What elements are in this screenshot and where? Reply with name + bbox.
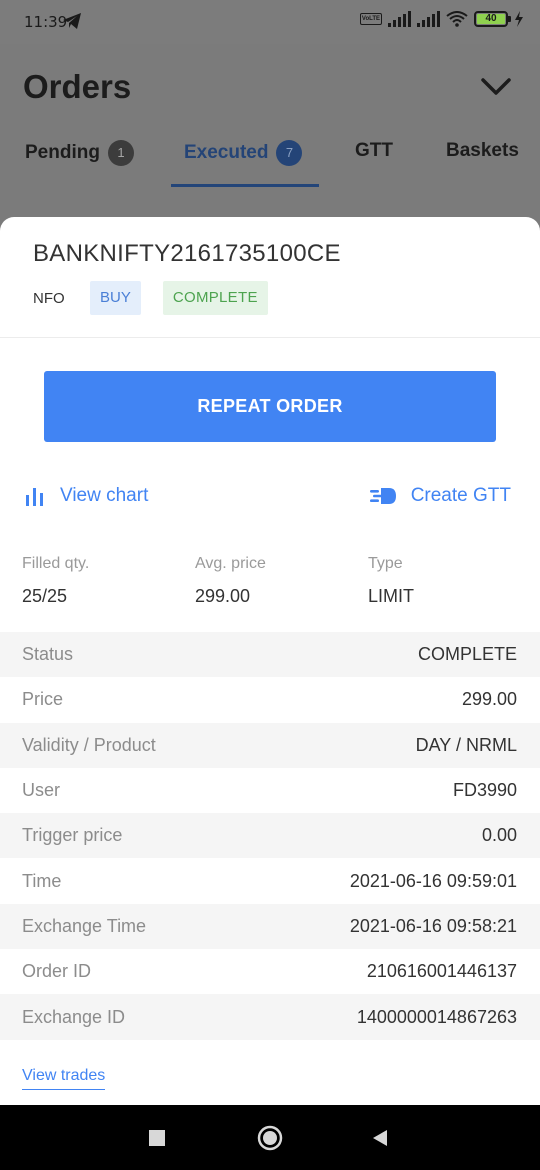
wifi-icon <box>446 11 468 27</box>
detail-row-time: Time 2021-06-16 09:59:01 <box>0 858 540 903</box>
tab-pending[interactable]: Pending 1 <box>25 140 134 166</box>
stat-label: Filled qty. <box>22 555 90 572</box>
battery-icon: 40 <box>474 11 511 27</box>
status-badge: COMPLETE <box>162 281 268 315</box>
tab-baskets[interactable]: Baskets <box>446 140 519 162</box>
orders-page-background: Orders Pending 1 Executed 7 GTT Baskets <box>0 44 540 234</box>
detail-key: Order ID <box>22 961 92 982</box>
stat-label: Avg. price <box>195 555 266 572</box>
status-time: 11:39 <box>24 13 68 31</box>
detail-key: Exchange Time <box>22 915 147 936</box>
detail-row-validity-product: Validity / Product DAY / NRML <box>0 722 540 768</box>
detail-value: DAY / NRML <box>415 734 517 755</box>
side-badge: BUY <box>90 281 141 315</box>
detail-key: Validity / Product <box>22 734 156 755</box>
detail-value: 1400000014867263 <box>356 1006 517 1027</box>
orders-tabs: Pending 1 Executed 7 GTT Baskets <box>0 140 540 188</box>
stat-value: 299.00 <box>195 586 251 606</box>
detail-key: Price <box>22 689 64 710</box>
detail-key: Trigger price <box>22 825 123 846</box>
detail-row-price: Price 299.00 <box>0 677 540 722</box>
order-chips: NFO BUY COMPLETE <box>33 281 290 315</box>
create-gtt-link[interactable]: Create GTT <box>369 485 511 507</box>
detail-key: Exchange ID <box>22 1006 126 1027</box>
navigation-bar <box>0 1105 540 1170</box>
charging-icon <box>515 11 523 27</box>
back-button[interactable] <box>360 1105 400 1170</box>
detail-value: 299.00 <box>461 689 517 710</box>
detail-key: Status <box>22 644 74 665</box>
detail-row-order-id: Order ID 210616001446137 <box>0 949 540 994</box>
tab-label: GTT <box>355 140 393 161</box>
stat-avg-price: Avg. price 299.00 <box>195 555 266 607</box>
view-chart-link[interactable]: View chart <box>24 485 148 507</box>
detail-key: Time <box>22 870 62 891</box>
home-button[interactable] <box>250 1105 290 1170</box>
bar-chart-icon <box>26 488 43 506</box>
tab-count-badge: 7 <box>276 140 303 166</box>
detail-key: User <box>22 780 61 801</box>
stat-label: Type <box>368 555 403 572</box>
view-trades-link[interactable]: View trades <box>22 1067 106 1090</box>
tab-label: Pending <box>25 142 100 163</box>
detail-value: 2021-06-16 09:58:21 <box>349 915 517 936</box>
create-gtt-label: Create GTT <box>410 485 511 506</box>
order-details-sheet: BANKNIFTY2161735100CE NFO BUY COMPLETE R… <box>0 217 540 1105</box>
exchange-label: NFO <box>33 289 65 307</box>
order-stats: Filled qty. 25/25 Avg. price 299.00 Type… <box>0 555 540 615</box>
recents-button[interactable] <box>137 1105 177 1170</box>
signal-icon <box>388 11 411 27</box>
telegram-icon <box>63 13 81 29</box>
tab-count-badge: 1 <box>107 140 134 166</box>
detail-row-exchange-id: Exchange ID 1400000014867263 <box>0 994 540 1040</box>
detail-value: 0.00 <box>481 825 517 846</box>
detail-row-exchange-time: Exchange Time 2021-06-16 09:58:21 <box>0 903 540 950</box>
chevron-down-icon[interactable] <box>480 74 512 98</box>
stat-value: LIMIT <box>368 586 415 606</box>
detail-row-trigger-price: Trigger price 0.00 <box>0 813 540 859</box>
detail-value: COMPLETE <box>417 644 517 665</box>
repeat-order-button[interactable]: REPEAT ORDER <box>44 371 496 442</box>
instrument-symbol: BANKNIFTY2161735100CE <box>33 240 341 267</box>
tab-executed[interactable]: Executed 7 <box>184 140 303 166</box>
battery-level: 40 <box>477 14 505 24</box>
stat-type: Type LIMIT <box>368 555 414 607</box>
signal-icon-2 <box>417 11 440 27</box>
gtt-icon <box>369 488 396 504</box>
tab-gtt[interactable]: GTT <box>355 140 393 162</box>
circle-icon <box>257 1125 283 1150</box>
tab-label: Baskets <box>446 140 519 161</box>
detail-row-user: User FD3990 <box>0 768 540 813</box>
active-tab-indicator <box>171 184 319 187</box>
square-icon <box>149 1129 165 1146</box>
view-chart-label: View chart <box>60 485 149 506</box>
detail-value: 210616001446137 <box>366 961 517 982</box>
triangle-back-icon <box>373 1129 387 1146</box>
detail-value: 2021-06-16 09:59:01 <box>349 870 517 891</box>
detail-row-status: Status COMPLETE <box>0 632 540 678</box>
status-icons: VoLTE 40 <box>359 11 524 27</box>
page-title: Orders <box>23 68 132 105</box>
order-details-table: Status COMPLETE Price 299.00 Validity / … <box>0 632 540 1040</box>
stat-value: 25/25 <box>22 586 68 606</box>
tab-label: Executed <box>184 142 269 163</box>
status-bar: 11:39 VoLTE 40 <box>0 0 540 44</box>
detail-value: FD3990 <box>452 780 517 801</box>
sheet-header: BANKNIFTY2161735100CE NFO BUY COMPLETE <box>0 217 540 338</box>
volte-icon: VoLTE <box>359 13 382 25</box>
stat-filled-qty: Filled qty. 25/25 <box>22 555 89 607</box>
